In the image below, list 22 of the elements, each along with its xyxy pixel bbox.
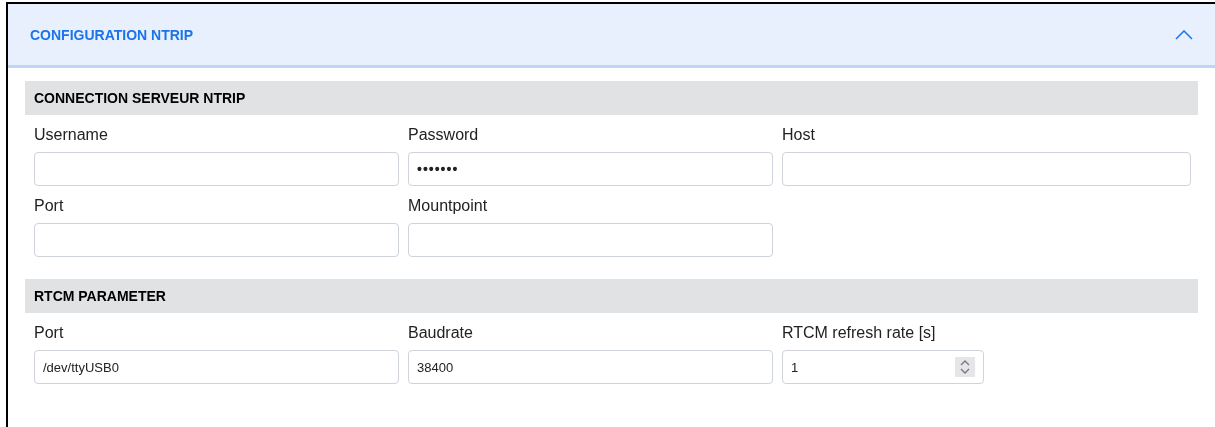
- text-field[interactable]: [782, 152, 1191, 186]
- field-label: Baudrate: [408, 324, 474, 343]
- section-title: RTCM PARAMETER: [34, 288, 166, 304]
- field-label: Mountpoint: [408, 197, 489, 216]
- chevron-up-icon[interactable]: [1175, 29, 1193, 40]
- password-field[interactable]: •••••••: [408, 152, 773, 186]
- number-field[interactable]: 1: [782, 350, 984, 384]
- text-field[interactable]: /dev/ttyUSB0: [34, 350, 399, 384]
- field-label: Username: [34, 126, 109, 145]
- spinner-arrows-icon[interactable]: [955, 357, 975, 377]
- text-field[interactable]: [34, 152, 399, 186]
- panel-header[interactable]: CONFIGURATION NTRIP: [8, 4, 1215, 68]
- field-label: Port: [34, 197, 65, 216]
- text-field[interactable]: [408, 223, 773, 257]
- field-label: RTCM refresh rate [s]: [782, 324, 937, 343]
- text-field[interactable]: 38400: [408, 350, 773, 384]
- field-label: Host: [782, 126, 816, 145]
- text-field[interactable]: [34, 223, 399, 257]
- section-title: CONNECTION SERVEUR NTRIP: [34, 90, 246, 106]
- field-label: Port: [34, 324, 65, 343]
- panel-title: CONFIGURATION NTRIP: [30, 26, 194, 43]
- field-label: Password: [408, 126, 480, 145]
